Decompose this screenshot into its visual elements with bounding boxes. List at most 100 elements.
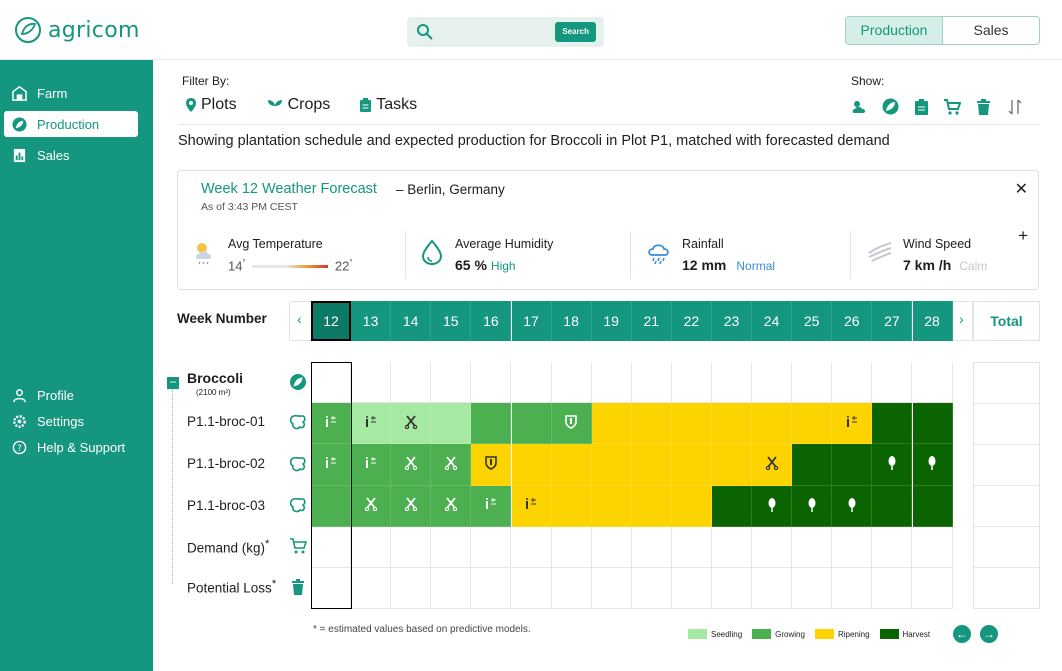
schedule-cell[interactable] [832,485,873,527]
sidebar-item-settings[interactable]: Settings [4,408,138,434]
week-cell-16[interactable]: 16 [471,301,512,341]
schedule-cell[interactable] [471,403,512,445]
empty-cell[interactable] [872,568,913,610]
plot-row-label[interactable]: P1.1-broc-02 [187,456,265,471]
leaf-icon[interactable] [289,373,307,391]
sidebar-item-sales[interactable]: Sales [4,142,138,168]
schedule-cell[interactable] [631,444,672,486]
plot-icon[interactable] [289,455,307,473]
schedule-cell[interactable] [351,485,392,527]
empty-cell[interactable] [551,362,592,404]
schedule-cell[interactable] [391,485,432,527]
schedule-cell[interactable] [391,403,432,445]
mode-toggle[interactable]: Production Sales [845,16,1040,45]
sidebar-item-profile[interactable]: Profile [4,382,138,408]
week-cell-24[interactable]: 24 [752,301,793,341]
schedule-cell[interactable] [351,403,392,445]
schedule-cell[interactable] [591,444,632,486]
empty-cell[interactable] [391,568,432,610]
empty-cell[interactable] [912,362,953,404]
sidebar-item-help[interactable]: ? Help & Support [4,434,138,460]
empty-cell[interactable] [591,568,632,610]
total-header[interactable]: Total [973,301,1040,341]
week-cell-27[interactable]: 27 [872,301,913,341]
schedule-cell[interactable] [752,444,793,486]
week-cell-13[interactable]: 13 [351,301,392,341]
empty-cell[interactable] [712,526,753,568]
empty-cell[interactable] [511,526,552,568]
schedule-cell[interactable] [591,403,632,445]
schedule-cell[interactable] [431,403,472,445]
chevron-left-icon[interactable]: ‹ [297,311,302,327]
sidebar-item-farm[interactable]: Farm [4,80,138,106]
empty-cell[interactable] [752,568,793,610]
empty-cell[interactable] [311,526,352,568]
plot-row-label[interactable]: P1.1-broc-03 [187,498,265,513]
cart-icon[interactable] [289,537,307,555]
clipboard-icon[interactable] [913,98,930,115]
empty-cell[interactable] [872,526,913,568]
empty-cell[interactable] [832,568,873,610]
empty-cell[interactable] [351,362,392,404]
search-bar[interactable]: Search [407,17,604,47]
schedule-cell[interactable] [511,444,552,486]
empty-cell[interactable] [311,362,352,404]
empty-cell[interactable] [712,362,753,404]
schedule-cell[interactable] [872,403,913,445]
week-cell-18[interactable]: 18 [551,301,592,341]
empty-cell[interactable] [792,568,833,610]
plot-icon[interactable] [289,413,307,431]
schedule-cell[interactable] [471,485,512,527]
collapse-button[interactable]: − [167,376,179,389]
schedule-cell[interactable] [712,444,753,486]
week-cell-28[interactable]: 28 [912,301,953,341]
schedule-cell[interactable] [872,485,913,527]
plot-icon[interactable] [289,496,307,514]
week-cell-12[interactable]: 12 [311,301,351,341]
empty-cell[interactable] [351,526,392,568]
schedule-cell[interactable] [912,485,953,527]
empty-cell[interactable] [431,568,472,610]
schedule-cell[interactable] [792,403,833,445]
empty-cell[interactable] [792,362,833,404]
sidebar-item-production[interactable]: Production [4,111,138,137]
arrow-right-icon[interactable]: → [980,625,998,643]
week-cell-17[interactable]: 17 [511,301,552,341]
schedule-cell[interactable] [671,403,712,445]
plot-row-label[interactable]: P1.1-broc-01 [187,414,265,429]
empty-cell[interactable] [591,526,632,568]
schedule-cell[interactable] [591,485,632,527]
schedule-cell[interactable] [511,403,552,445]
empty-cell[interactable] [631,568,672,610]
empty-cell[interactable] [431,526,472,568]
leaf-icon[interactable] [882,98,899,115]
empty-cell[interactable] [551,526,592,568]
arrow-left-icon[interactable]: ← [953,625,971,643]
weather-icon[interactable] [851,98,868,115]
schedule-cell[interactable] [832,444,873,486]
schedule-cell[interactable] [752,403,793,445]
empty-cell[interactable] [471,568,512,610]
schedule-cell[interactable] [872,444,913,486]
schedule-cell[interactable] [671,444,712,486]
cart-icon[interactable] [944,98,961,115]
schedule-cell[interactable] [631,485,672,527]
week-cell-25[interactable]: 25 [792,301,833,341]
empty-cell[interactable] [832,526,873,568]
schedule-cell[interactable] [471,444,512,486]
trash-icon[interactable] [975,98,992,115]
empty-cell[interactable] [351,568,392,610]
week-cell-14[interactable]: 14 [391,301,432,341]
schedule-cell[interactable] [912,403,953,445]
schedule-cell[interactable] [551,403,592,445]
schedule-cell[interactable] [551,444,592,486]
empty-cell[interactable] [591,362,632,404]
tab-production[interactable]: Production [846,17,943,44]
close-icon[interactable]: ✕ [1015,179,1028,199]
schedule-cell[interactable] [311,444,352,486]
week-cell-19[interactable]: 19 [591,301,632,341]
empty-cell[interactable] [671,568,712,610]
empty-cell[interactable] [912,568,953,610]
schedule-cell[interactable] [752,485,793,527]
empty-cell[interactable] [471,362,512,404]
